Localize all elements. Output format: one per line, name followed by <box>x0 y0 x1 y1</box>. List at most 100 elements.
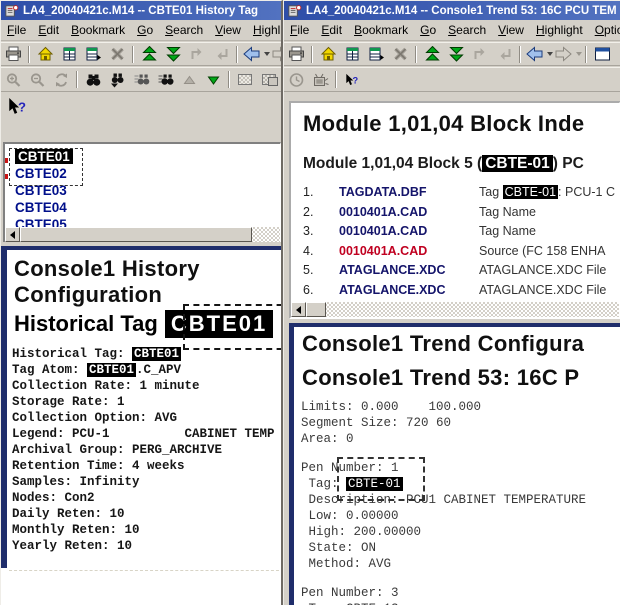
find-query-button[interactable] <box>153 69 177 91</box>
selection-outline <box>183 304 283 350</box>
row-description: Tag Name <box>479 203 536 223</box>
next-hit-button[interactable] <box>444 43 468 65</box>
field-text: Legend: PCU-1 CABINET TEMP <box>12 427 275 441</box>
row-number: 1. <box>303 183 339 203</box>
menu-file[interactable]: File <box>1 21 32 39</box>
menu-view[interactable]: View <box>209 21 247 39</box>
jump-down-button[interactable] <box>492 43 516 65</box>
title-bar[interactable]: LA4_20040421c.M14 -- Console1 Trend 53: … <box>284 1 620 20</box>
clock-button[interactable] <box>284 69 308 91</box>
media-query-button[interactable] <box>308 69 332 91</box>
file-link[interactable]: 0010401A.CAD <box>339 242 479 262</box>
field-line: Daily Reten: 10 <box>12 506 275 522</box>
checker-grid-icon <box>262 74 276 85</box>
horizontal-scrollbar[interactable] <box>291 302 619 317</box>
prev-hit-button[interactable] <box>420 43 444 65</box>
field-line: Historical Tag: CBTE01 <box>12 346 275 362</box>
file-link[interactable]: ATAGLANCE.XDC <box>339 281 479 301</box>
find-back-button[interactable] <box>129 69 153 91</box>
jump-up-button[interactable] <box>185 43 209 65</box>
help-pointer-button[interactable]: ? <box>340 69 364 91</box>
prev-hit-button[interactable] <box>137 43 161 65</box>
index-rows: 1.TAGDATA.DBFTag CBTE-01: PCU-1 C2.00104… <box>303 183 619 300</box>
title-bar[interactable]: LA4_20040421c.M14 -- CBTE01 History Tag <box>1 1 281 20</box>
index-row: 4.0010401A.CADSource (FC 158 ENHA <box>303 242 619 262</box>
scrollbar-thumb[interactable] <box>306 302 326 317</box>
refresh-button[interactable] <box>49 69 73 91</box>
menu-search[interactable]: Search <box>442 21 492 39</box>
media-query-icon <box>312 72 329 88</box>
zoom-out-button[interactable] <box>25 69 49 91</box>
toolbar-separator <box>335 71 337 88</box>
horizontal-scrollbar[interactable] <box>5 227 280 242</box>
dropdown-caret-icon[interactable] <box>576 52 582 56</box>
view-record-pin-button[interactable] <box>81 43 105 65</box>
menu-edit[interactable]: Edit <box>315 21 348 39</box>
home-button[interactable] <box>33 43 57 65</box>
view-record-button[interactable] <box>57 43 81 65</box>
highlighted-tag: CBTE-01 <box>482 155 553 172</box>
file-link[interactable]: 0010401A.CAD <box>339 222 479 242</box>
search-toolbar <box>1 67 281 92</box>
checker-grid-button[interactable] <box>257 69 281 91</box>
refresh-icon <box>53 72 70 88</box>
main-toolbar <box>284 42 620 66</box>
view-record-pin-button[interactable] <box>364 43 388 65</box>
menu-view[interactable]: View <box>492 21 530 39</box>
menu-edit[interactable]: Edit <box>32 21 65 39</box>
menu-bookmark[interactable]: Bookmark <box>348 21 414 39</box>
file-link[interactable]: TAGDATA.DBF <box>339 183 479 203</box>
field-line: Tag: CBTE-13 <box>301 601 586 605</box>
field-text: Samples: Infinity <box>12 475 140 489</box>
row-number: 5. <box>303 261 339 281</box>
next-hit-button[interactable] <box>161 43 185 65</box>
tools-toolbar: ? <box>284 67 620 92</box>
find-down-icon <box>109 72 126 88</box>
print-button[interactable] <box>284 43 308 65</box>
scroll-left-button[interactable] <box>291 302 306 317</box>
field-line: Collection Rate: 1 minute <box>12 378 275 394</box>
clear-hits-button[interactable] <box>105 43 129 65</box>
menu-go[interactable]: Go <box>414 21 442 39</box>
scrollbar-thumb[interactable] <box>20 227 252 242</box>
file-link[interactable]: 0010401A.CAD <box>339 203 479 223</box>
menu-search[interactable]: Search <box>159 21 209 39</box>
pane-frame-top <box>289 323 620 327</box>
menu-highlight[interactable]: Highlight <box>530 21 589 39</box>
field-text: Retention Time: 4 weeks <box>12 459 185 473</box>
menu-options[interactable]: Options... <box>589 21 620 39</box>
jump-up-button[interactable] <box>468 43 492 65</box>
menu-file[interactable]: File <box>284 21 315 39</box>
menu-bookmark[interactable]: Bookmark <box>65 21 131 39</box>
menu-go[interactable]: Go <box>131 21 159 39</box>
jump-down-button[interactable] <box>209 43 233 65</box>
back-icon <box>524 46 545 62</box>
find-down-button[interactable] <box>105 69 129 91</box>
checker-button[interactable] <box>233 69 257 91</box>
scroll-left-button[interactable] <box>5 227 20 242</box>
forward-button[interactable] <box>553 43 582 65</box>
subtitle-pre: Module 1,01,04 Block 5 ( <box>303 155 482 172</box>
zoom-out-icon <box>29 72 46 88</box>
tri-up-button[interactable] <box>177 69 201 91</box>
window-button[interactable] <box>590 43 614 65</box>
field-line: State: ON <box>301 540 586 556</box>
find-button[interactable] <box>81 69 105 91</box>
clear-hits-button[interactable] <box>388 43 412 65</box>
history-tag-window: LA4_20040421c.M14 -- CBTE01 History Tag … <box>0 0 283 605</box>
view-record-button[interactable] <box>340 43 364 65</box>
view-record-icon <box>344 46 361 62</box>
back-button[interactable] <box>241 43 270 65</box>
context-help-icon[interactable]: ? <box>6 98 30 114</box>
menu-highlight[interactable]: Highlight <box>247 21 281 39</box>
print-button[interactable] <box>1 43 25 65</box>
forward-button[interactable] <box>270 43 281 65</box>
tri-down-button[interactable] <box>201 69 225 91</box>
file-link[interactable]: ATAGLANCE.XDC <box>339 261 479 281</box>
home-button[interactable] <box>316 43 340 65</box>
tag-list-item[interactable]: CBTE04 <box>5 199 280 216</box>
zoom-in-button[interactable] <box>1 69 25 91</box>
jump-down-icon <box>496 46 513 62</box>
back-button[interactable] <box>524 43 553 65</box>
window-icon <box>594 46 611 62</box>
